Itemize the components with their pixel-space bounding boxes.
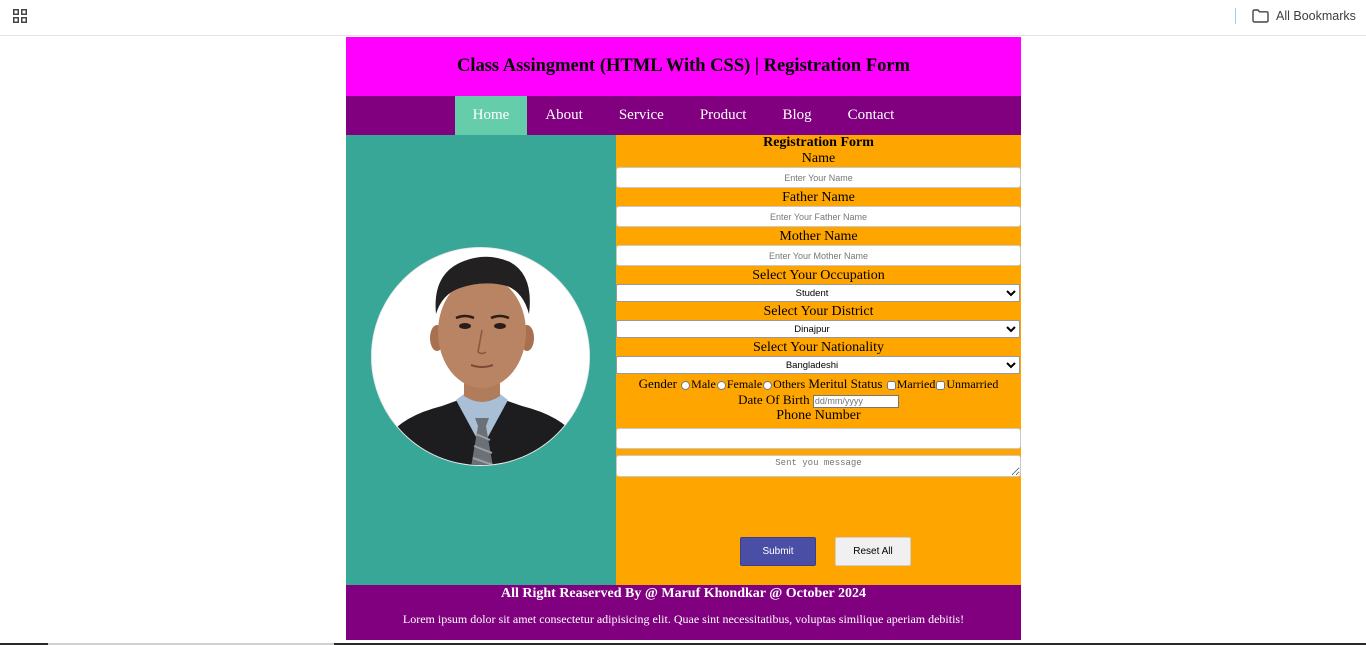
gender-others-label: Others [773, 377, 806, 391]
main-section: Registration Form Name Father Name Mothe… [346, 135, 1021, 585]
profile-panel [346, 135, 616, 585]
phone-label: Phone Number [776, 408, 861, 423]
apps-grid-icon[interactable] [13, 9, 27, 23]
father-name-input[interactable] [616, 206, 1021, 227]
profile-photo [371, 247, 590, 466]
bookmarks-separator [1235, 8, 1236, 24]
footer-text: Lorem ipsum dolor sit amet consectetur a… [402, 612, 965, 626]
page-container: Class Assingment (HTML With CSS) | Regis… [346, 37, 1021, 640]
gender-male-label: Male [691, 377, 716, 391]
district-label: Select Your District [763, 304, 874, 319]
form-buttons: Submit Reset All [616, 537, 1021, 567]
name-label: Name [801, 151, 836, 166]
registration-form: Registration Form Name Father Name Mothe… [616, 135, 1021, 585]
unmarried-label: Unmarried [946, 377, 999, 391]
page-title: Class Assingment (HTML With CSS) | Regis… [456, 56, 911, 76]
nav-item-about[interactable]: About [527, 96, 601, 135]
occupation-select[interactable]: Student [616, 284, 1020, 302]
site-footer: All Right Reaserved By @ Maruf Khondkar … [346, 585, 1021, 640]
gender-label: Gender [638, 376, 677, 391]
father-name-label: Father Name [782, 190, 855, 205]
gender-marital-row: Gender Male Female Others Meritul Status M… [616, 376, 1021, 392]
marital-status-label: Meritul Status [808, 376, 883, 391]
nav-item-service[interactable]: Service [601, 96, 682, 135]
married-checkbox[interactable] [886, 380, 896, 390]
folder-icon [1252, 9, 1269, 23]
gender-others-radio[interactable] [763, 380, 773, 390]
gender-female-radio[interactable] [716, 380, 726, 390]
name-input[interactable] [616, 167, 1021, 188]
form-title: Registration Form [763, 135, 874, 150]
nav-item-home[interactable]: Home [454, 96, 528, 135]
occupation-label: Select Your Occupation [752, 268, 885, 283]
submit-button[interactable]: Submit [740, 537, 816, 566]
unmarried-checkbox[interactable] [936, 380, 946, 390]
site-header: Class Assingment (HTML With CSS) | Regis… [346, 37, 1021, 96]
reset-button[interactable]: Reset All [835, 537, 911, 566]
nav-item-product[interactable]: Product [682, 96, 765, 135]
all-bookmarks-button[interactable]: All Bookmarks [1252, 7, 1356, 25]
district-select[interactable]: Dinajpur [616, 320, 1020, 338]
mother-name-input[interactable] [616, 245, 1021, 266]
nav-item-blog[interactable]: Blog [764, 96, 829, 135]
bookmarks-bar: All Bookmarks [0, 0, 1366, 36]
message-textarea[interactable] [616, 455, 1021, 477]
profile-photo-illustration [372, 248, 589, 465]
nationality-label: Select Your Nationality [752, 340, 885, 355]
gender-female-label: Female [726, 377, 763, 391]
married-label: Married [896, 377, 936, 391]
dob-row: Date Of Birth [616, 392, 1021, 408]
dob-input[interactable] [812, 394, 899, 408]
all-bookmarks-label: All Bookmarks [1276, 9, 1356, 23]
footer-copyright: All Right Reaserved By @ Maruf Khondkar … [500, 586, 867, 601]
mother-name-label: Mother Name [779, 229, 858, 244]
main-nav: Home About Service Product Blog Contact [346, 96, 1021, 135]
nationality-select[interactable]: Bangladeshi [616, 356, 1020, 374]
nav-item-contact[interactable]: Contact [830, 96, 913, 135]
dob-label: Date Of Birth [738, 392, 810, 407]
gender-male-radio[interactable] [681, 380, 691, 390]
phone-input[interactable] [616, 428, 1021, 449]
